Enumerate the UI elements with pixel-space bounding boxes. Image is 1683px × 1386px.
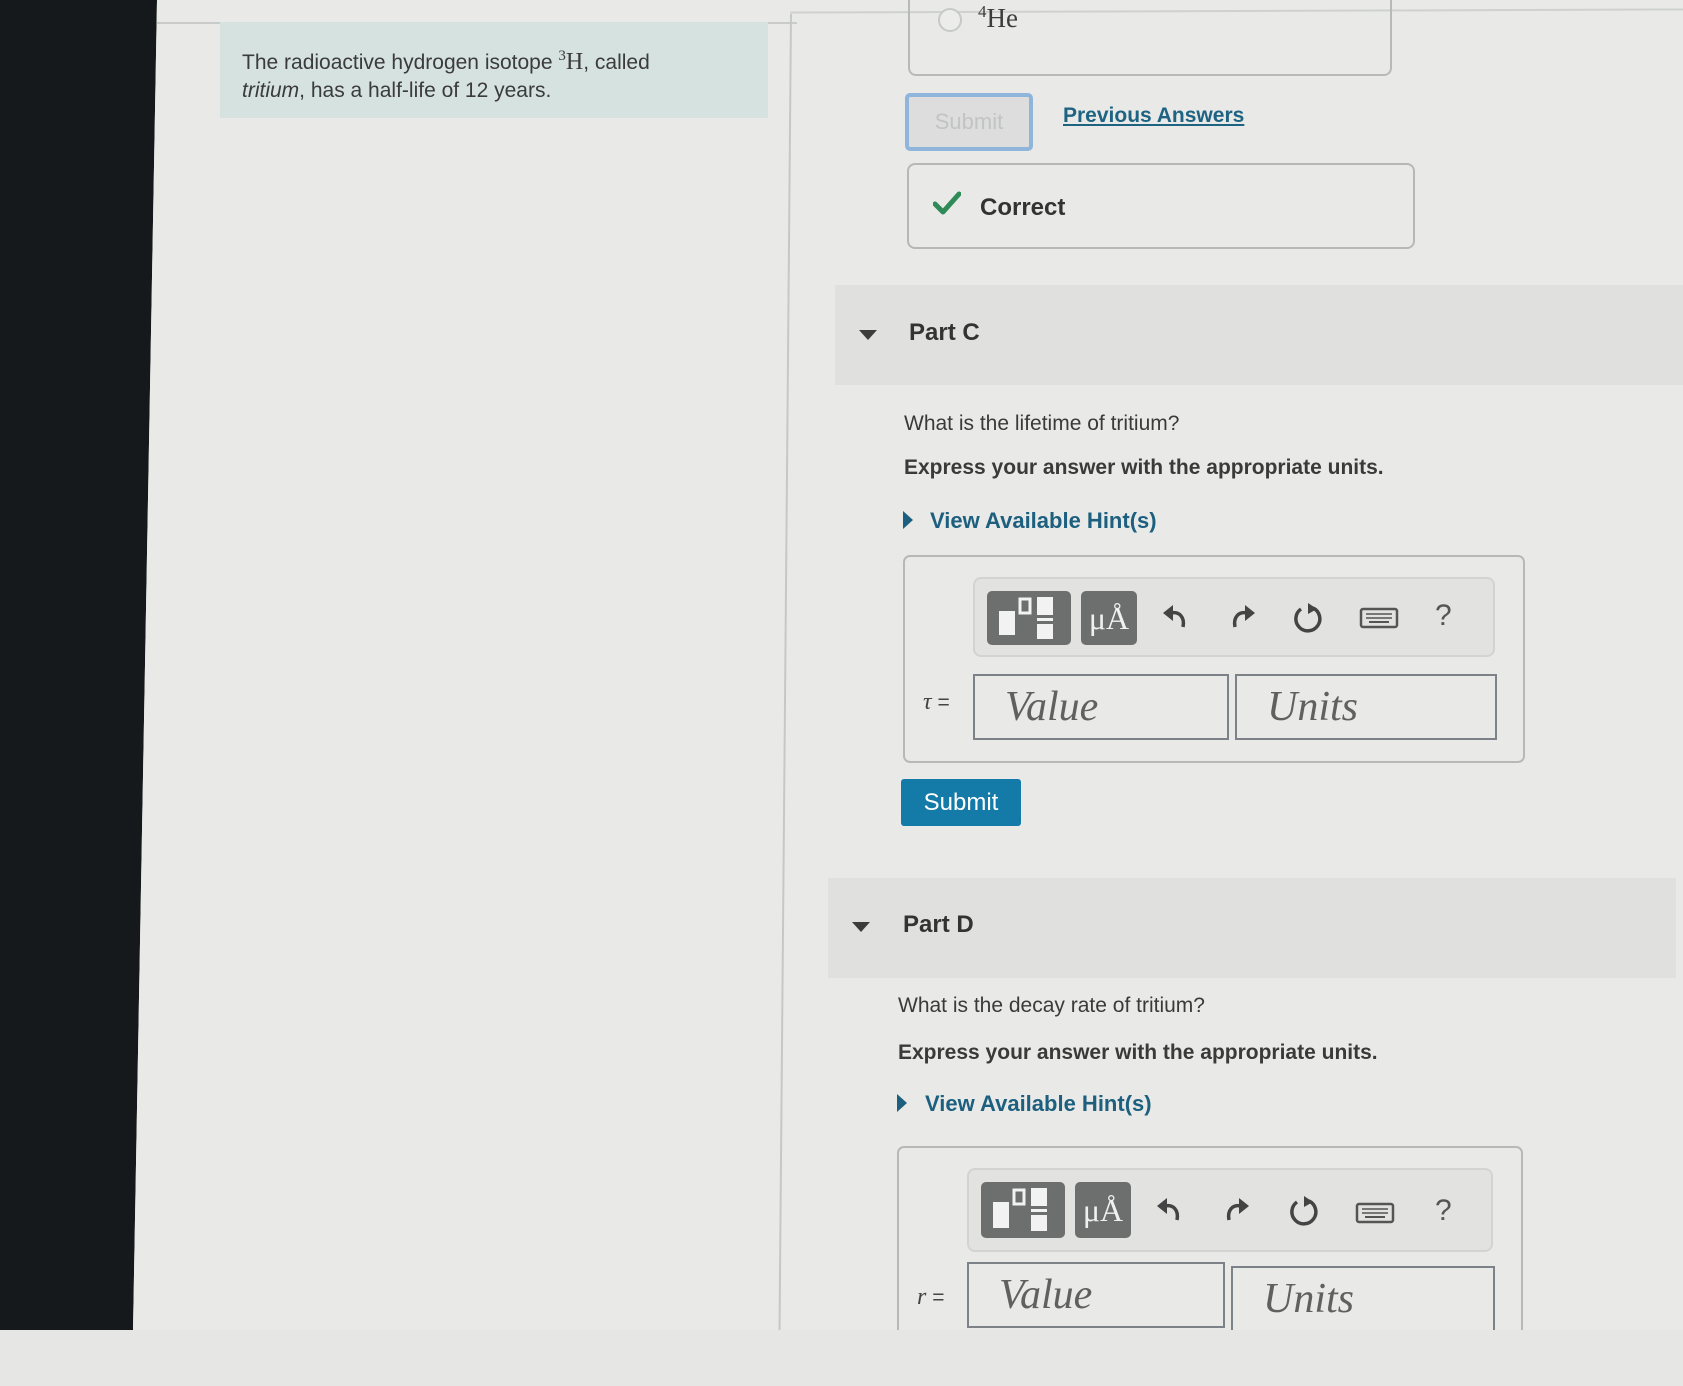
answer-option[interactable]: 4He	[908, 0, 1392, 76]
part-c-hints-link[interactable]: View Available Hint(s)	[930, 508, 1157, 534]
part-d-hints-link[interactable]: View Available Hint(s)	[925, 1091, 1152, 1117]
units-button[interactable]: μÅ	[1081, 591, 1137, 645]
page: The radioactive hydrogen isotope 3H, cal…	[133, 0, 1683, 1330]
help-button[interactable]: ?	[1435, 1194, 1452, 1228]
variable-symbol: τ	[923, 689, 932, 715]
radio-button[interactable]	[938, 8, 962, 32]
part-c-title: Part C	[909, 319, 980, 346]
collapse-arrow-icon[interactable]	[859, 330, 877, 340]
part-d-answer-box: μÅ ? r = Value Units	[897, 1146, 1523, 1330]
panel-divider	[778, 14, 792, 1330]
checkmark-icon	[933, 191, 961, 215]
math-toolbar: μÅ ?	[973, 577, 1495, 657]
option-symbol: He	[986, 3, 1018, 33]
feedback-box: Correct	[907, 163, 1415, 249]
intro-text: , called	[583, 51, 650, 74]
keyboard-icon[interactable]	[1359, 601, 1399, 635]
previous-answers-link[interactable]: Previous Answers	[1063, 104, 1244, 128]
part-c-question: What is the lifetime of tritium?	[904, 412, 1180, 435]
part-d-header[interactable]: Part D	[828, 878, 1676, 978]
math-toolbar: μÅ ?	[967, 1168, 1493, 1252]
templates-icon	[999, 597, 1053, 639]
submit-button-disabled[interactable]: Submit	[905, 93, 1033, 151]
expand-arrow-icon[interactable]	[897, 1094, 907, 1112]
variable-label: τ =	[923, 689, 950, 716]
value-input[interactable]: Value	[973, 674, 1229, 740]
value-input[interactable]: Value	[967, 1262, 1225, 1328]
part-d-question: What is the decay rate of tritium?	[898, 994, 1205, 1017]
problem-intro-text: The radioactive hydrogen isotope 3H, cal…	[242, 42, 742, 105]
collapse-arrow-icon[interactable]	[852, 922, 870, 932]
expand-arrow-icon[interactable]	[903, 511, 913, 529]
problem-intro-box: The radioactive hydrogen isotope 3H, cal…	[220, 22, 768, 118]
part-c-header[interactable]: Part C	[835, 285, 1683, 385]
part-d-instruction: Express your answer with the appropriate…	[898, 1041, 1378, 1064]
templates-button[interactable]	[987, 591, 1071, 645]
units-input[interactable]: Units	[1235, 674, 1497, 740]
units-input[interactable]: Units	[1231, 1266, 1495, 1330]
feedback-label: Correct	[980, 194, 1066, 221]
variable-symbol: r	[917, 1284, 927, 1310]
variable-label: r =	[917, 1284, 944, 1311]
help-button[interactable]: ?	[1435, 599, 1452, 633]
equals-sign: =	[932, 1286, 945, 1309]
templates-icon	[993, 1188, 1047, 1231]
option-label: 4He	[978, 2, 1018, 34]
isotope-symbol: H	[565, 49, 584, 75]
part-d-title: Part D	[903, 911, 974, 938]
units-button[interactable]: μÅ	[1075, 1182, 1131, 1238]
intro-text: The radioactive hydrogen isotope	[242, 51, 559, 74]
part-c-answer-box: μÅ ? τ = Value Units	[903, 555, 1525, 763]
isotope-notation: 3H	[558, 48, 584, 75]
templates-button[interactable]	[981, 1182, 1065, 1238]
undo-icon[interactable]	[1153, 1194, 1187, 1228]
isotope-mass: 3	[558, 48, 566, 64]
submit-button[interactable]: Submit	[901, 779, 1021, 826]
keyboard-icon[interactable]	[1355, 1196, 1395, 1230]
redo-icon[interactable]	[1225, 601, 1259, 635]
option-mass: 4	[978, 2, 987, 21]
part-c-instruction: Express your answer with the appropriate…	[904, 456, 1384, 479]
undo-icon[interactable]	[1159, 601, 1193, 635]
equals-sign: =	[937, 691, 950, 714]
reset-icon[interactable]	[1287, 1194, 1321, 1228]
intro-text: , has a half-life of 12 years.	[299, 79, 552, 102]
redo-icon[interactable]	[1219, 1194, 1253, 1228]
intro-italic-word: tritium	[242, 79, 300, 102]
reset-icon[interactable]	[1291, 601, 1325, 635]
